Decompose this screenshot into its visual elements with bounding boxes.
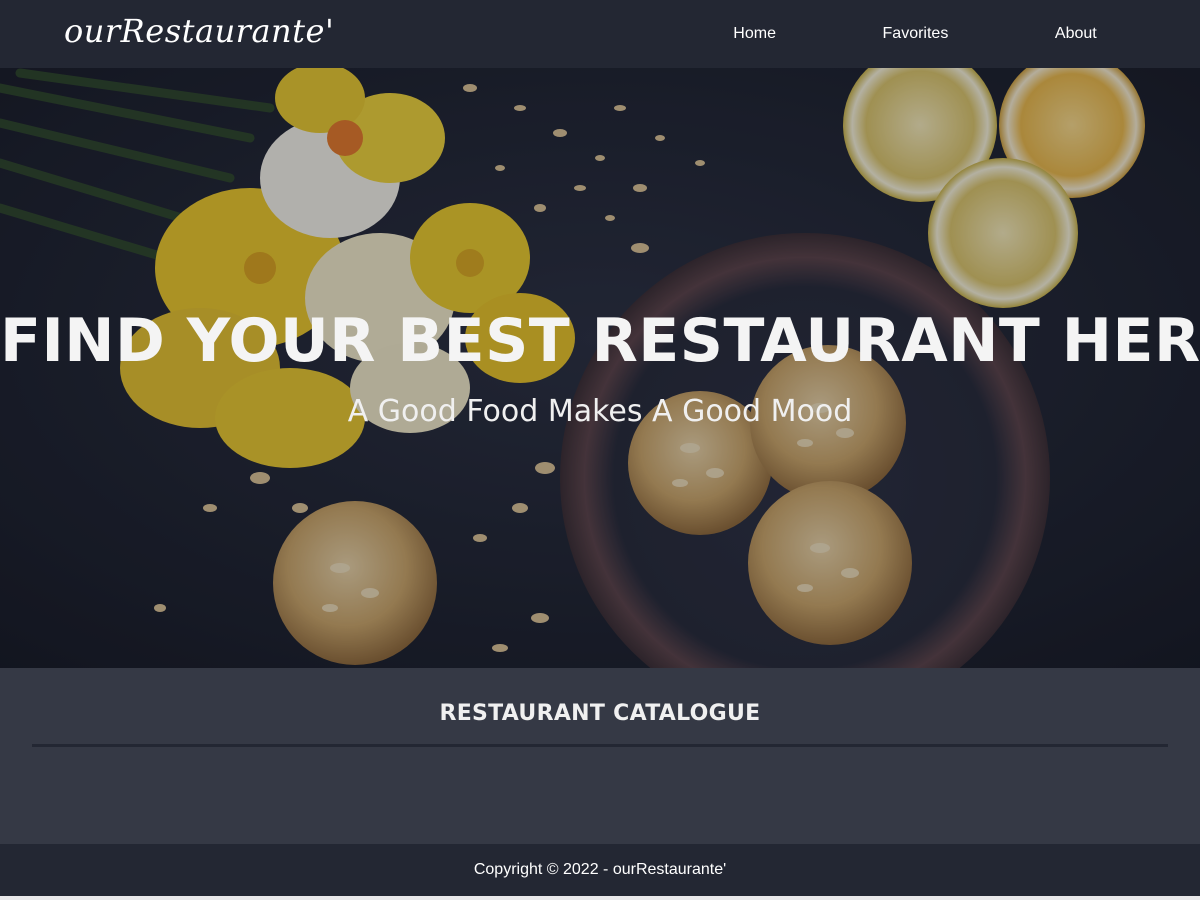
brand-logo[interactable]: ourRestaurante' <box>64 12 334 50</box>
catalogue-section: RESTAURANT CATALOGUE <box>0 668 1200 844</box>
footer: Copyright © 2022 - ourRestaurante' <box>0 844 1200 896</box>
nav-link-favorites[interactable]: Favorites <box>869 15 963 52</box>
nav-item-favorites: Favorites <box>869 25 963 43</box>
nav-item-home: Home <box>719 25 790 43</box>
page-bottom-edge <box>0 896 1200 900</box>
hero-subtitle: A Good Food Makes A Good Mood <box>347 394 853 429</box>
hero-section: FIND YOUR BEST RESTAURANT HERE A Good Fo… <box>0 68 1200 668</box>
navbar: ourRestaurante' Home Favorites About <box>0 0 1200 68</box>
copyright-text: Copyright © 2022 - ourRestaurante' <box>473 861 727 878</box>
catalogue-divider <box>32 744 1168 747</box>
nav-item-about: About <box>1041 25 1111 43</box>
nav-link-about[interactable]: About <box>1041 15 1111 52</box>
nav-link-home[interactable]: Home <box>719 15 790 52</box>
nav-menu: Home Favorites About <box>680 0 1150 68</box>
restaurant-list <box>32 758 1168 828</box>
catalogue-title: RESTAURANT CATALOGUE <box>439 701 761 726</box>
hero-title: FIND YOUR BEST RESTAURANT HERE <box>0 306 1200 376</box>
